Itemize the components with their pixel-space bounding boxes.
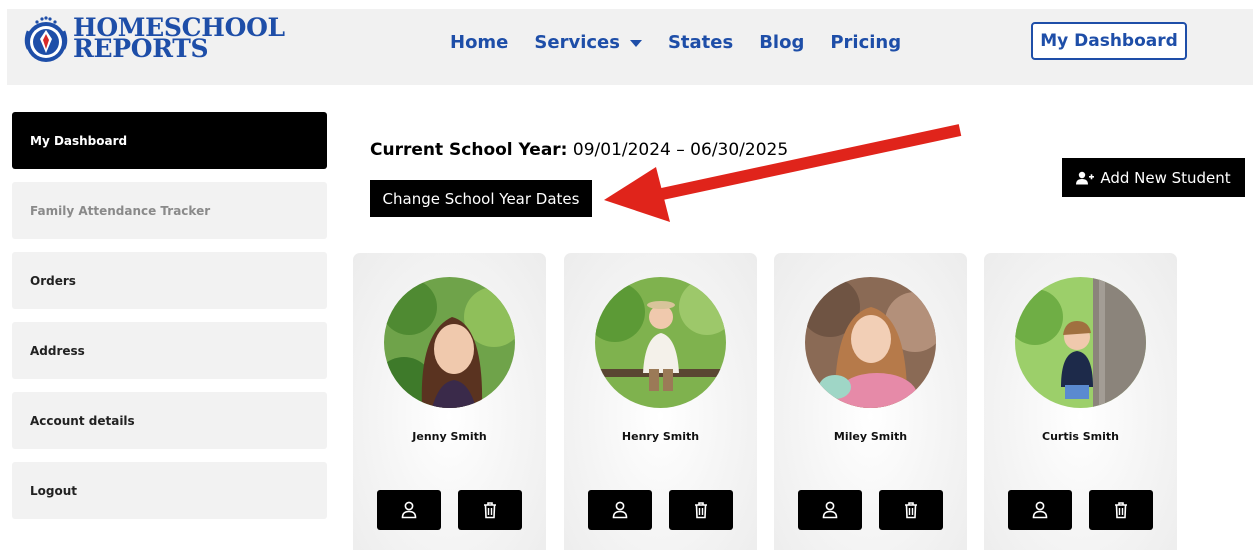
logo-text: HOMESCHOOL REPORTS bbox=[73, 15, 285, 61]
trash-icon bbox=[695, 502, 707, 519]
nav-pricing[interactable]: Pricing bbox=[830, 32, 901, 53]
user-outline-icon bbox=[612, 501, 628, 519]
student-photo bbox=[1015, 277, 1146, 408]
nav-states[interactable]: States bbox=[668, 32, 733, 53]
student-card-jenny: Jenny Smith bbox=[353, 253, 546, 550]
student-card-miley: Miley Smith bbox=[774, 253, 967, 550]
change-school-year-dates-button[interactable]: Change School Year Dates bbox=[370, 180, 592, 217]
view-student-button[interactable] bbox=[377, 490, 441, 530]
user-outline-icon bbox=[401, 501, 417, 519]
site-header: HOMESCHOOL REPORTS Home Services States … bbox=[7, 9, 1253, 85]
nav-services[interactable]: Services bbox=[534, 32, 642, 53]
student-name: Jenny Smith bbox=[412, 430, 487, 443]
student-name: Henry Smith bbox=[621, 430, 700, 443]
logo[interactable]: HOMESCHOOL REPORTS bbox=[22, 15, 285, 67]
student-card-henry: Henry Smith bbox=[564, 253, 757, 550]
sidebar-item-account-details[interactable]: Account details bbox=[12, 392, 327, 449]
student-photo bbox=[384, 277, 515, 408]
my-dashboard-button[interactable]: My Dashboard bbox=[1031, 22, 1187, 60]
sidebar-item-orders[interactable]: Orders bbox=[12, 252, 327, 309]
user-outline-icon bbox=[822, 501, 838, 519]
trash-icon bbox=[484, 502, 496, 519]
student-photo bbox=[595, 277, 726, 408]
trash-icon bbox=[1115, 502, 1127, 519]
student-name: Curtis Smith bbox=[1042, 430, 1119, 443]
student-name: Miley Smith bbox=[833, 430, 908, 443]
sidebar-item-address[interactable]: Address bbox=[12, 322, 327, 379]
school-year-label: Current School Year: bbox=[370, 140, 568, 160]
caret-down-icon bbox=[629, 39, 642, 47]
delete-student-button[interactable] bbox=[1089, 490, 1153, 530]
view-student-button[interactable] bbox=[798, 490, 862, 530]
user-plus-icon bbox=[1076, 171, 1095, 184]
nav-home[interactable]: Home bbox=[450, 32, 508, 53]
nav-blog[interactable]: Blog bbox=[759, 32, 804, 53]
user-outline-icon bbox=[1032, 501, 1048, 519]
view-student-button[interactable] bbox=[1008, 490, 1072, 530]
add-new-student-label: Add New Student bbox=[1100, 168, 1231, 187]
nav-services-label: Services bbox=[534, 31, 620, 53]
red-arrow-annotation bbox=[604, 124, 962, 222]
student-card-curtis: Curtis Smith bbox=[984, 253, 1177, 550]
seal-icon bbox=[24, 16, 68, 62]
sidebar-item-logout[interactable]: Logout bbox=[12, 462, 327, 519]
view-student-button[interactable] bbox=[588, 490, 652, 530]
delete-student-button[interactable] bbox=[669, 490, 733, 530]
sidebar-item-my-dashboard[interactable]: My Dashboard bbox=[12, 112, 327, 169]
sidebar-item-family-attendance-tracker[interactable]: Family Attendance Tracker bbox=[12, 182, 327, 239]
delete-student-button[interactable] bbox=[458, 490, 522, 530]
delete-student-button[interactable] bbox=[879, 490, 943, 530]
trash-icon bbox=[905, 502, 917, 519]
main-nav: Home Services States Blog Pricing bbox=[450, 30, 901, 54]
student-photo bbox=[805, 277, 936, 408]
add-new-student-button[interactable]: Add New Student bbox=[1062, 158, 1245, 197]
